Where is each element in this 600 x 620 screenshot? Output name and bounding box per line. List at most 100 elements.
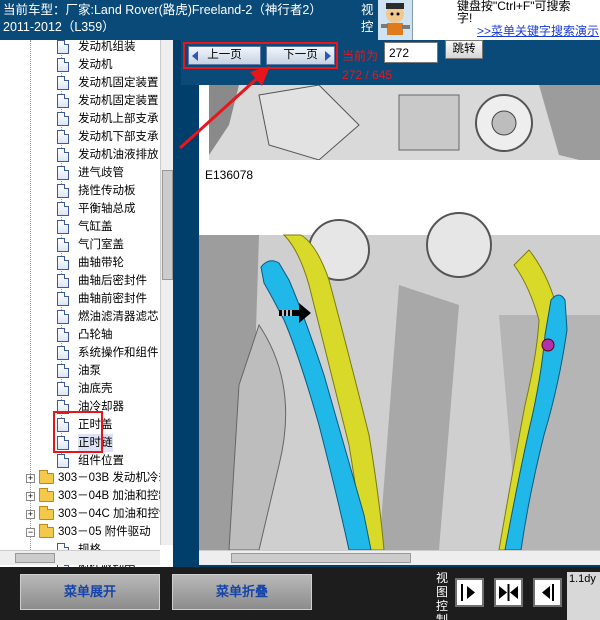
search-demo-link[interactable]: >>菜单关键字搜索演示 xyxy=(477,24,599,38)
panel-left-icon xyxy=(542,584,554,601)
search-tip-box: 键盘按"Ctrl+F"可搜索 字! >>菜单关键字搜索演示 xyxy=(412,0,600,40)
tree-item-label: 系统操作和组件 xyxy=(78,347,159,359)
tree-item[interactable]: 发动机下部支承 xyxy=(57,128,159,146)
tree-item[interactable]: 气门室盖 xyxy=(57,236,124,254)
document-icon xyxy=(57,310,69,324)
tree-item-label: 油底壳 xyxy=(78,383,113,395)
tree-item-label: 燃油滤清器滤芯 xyxy=(78,311,159,323)
document-icon xyxy=(57,364,69,378)
tree-item-label: 发动机固定装置 xyxy=(78,95,159,107)
tree-folder-label: 303－04C 加油和控制 xyxy=(58,508,171,520)
scroll-thumb[interactable] xyxy=(162,170,173,280)
document-icon xyxy=(57,40,69,54)
tree-item[interactable]: 油底壳 xyxy=(57,380,113,398)
tree-item[interactable]: 进气歧管 xyxy=(57,164,124,182)
tree-item[interactable]: 凸轮轴 xyxy=(57,326,113,344)
tree-item[interactable]: 燃油滤清器滤芯 xyxy=(57,308,159,326)
document-icon xyxy=(57,58,69,72)
tree-item[interactable]: 发动机油液排放 xyxy=(57,146,159,164)
tree-folder-label: 303－05 附件驱动 xyxy=(58,526,151,538)
tree-item-label: 曲轴前密封件 xyxy=(78,293,147,305)
header-bar: 当前车型：厂家:Land Rover(路虎)Freeland-2（神行者2） 2… xyxy=(0,0,600,40)
tree-item-label: 挠性传动板 xyxy=(78,185,136,197)
menu-expand-button[interactable]: 菜单展开 xyxy=(20,574,160,610)
expand-toggle[interactable]: + xyxy=(26,474,35,483)
vehicle-model-line: 当前车型：厂家:Land Rover(路虎)Freeland-2（神行者2） xyxy=(3,3,322,17)
tree-item[interactable]: 组件位置 xyxy=(57,452,124,470)
scroll-thumb[interactable] xyxy=(15,553,55,563)
repair-diagram: E136078 xyxy=(199,85,600,550)
tree-item-label: 曲轴带轮 xyxy=(78,257,124,269)
document-icon xyxy=(57,346,69,360)
document-icon xyxy=(57,274,69,288)
page-number-input[interactable] xyxy=(384,42,438,63)
engine-diagram-image xyxy=(199,85,600,550)
tree-horizontal-scrollbar[interactable] xyxy=(0,550,160,565)
tree-folder[interactable]: 303－04B 加油和控制 xyxy=(39,487,170,505)
current-page-label: 当前为 xyxy=(342,49,379,63)
menu-collapse-button[interactable]: 菜单折叠 xyxy=(172,574,312,610)
tree-folder-label: 303－03B 发动机冷却 xyxy=(58,472,170,484)
tree-item-label: 曲轴后密封件 xyxy=(78,275,147,287)
tree-item[interactable]: 系统操作和组件 xyxy=(57,344,159,362)
tree-folder[interactable]: 303－03B 发动机冷却 xyxy=(39,469,170,487)
tree-item-label: 凸轮轴 xyxy=(78,329,113,341)
tree-item[interactable]: 曲轴带轮 xyxy=(57,254,124,272)
expand-toggle[interactable]: + xyxy=(26,510,35,519)
tree-item[interactable]: 曲轴后密封件 xyxy=(57,272,147,290)
document-icon xyxy=(57,256,69,270)
document-icon xyxy=(57,130,69,144)
scroll-thumb[interactable] xyxy=(231,553,411,563)
page-count: 272 / 645 xyxy=(342,68,393,82)
view-control-label-top: 视控 xyxy=(361,3,374,34)
menu-tree: 发动机组装 发动机 发动机固定装置 发动机固定装置 发动机上部支承 发动机下部支… xyxy=(0,40,173,567)
tree-item[interactable]: 发动机固定装置 xyxy=(57,74,159,92)
document-icon xyxy=(57,238,69,252)
document-icon xyxy=(57,220,69,234)
collapse-toggle[interactable]: − xyxy=(26,528,35,537)
tree-item-label: 发动机下部支承 xyxy=(78,131,159,143)
search-tip-text: 键盘按"Ctrl+F"可搜索 xyxy=(457,0,571,13)
document-icon xyxy=(57,112,69,126)
tree-item[interactable]: 曲轴前密封件 xyxy=(57,290,147,308)
tree-item[interactable]: 发动机固定装置 xyxy=(57,92,159,110)
tree-item[interactable]: 发动机上部支承 xyxy=(57,110,159,128)
mascot-icon xyxy=(378,0,412,40)
highlight-box-nav xyxy=(183,42,338,69)
folder-icon xyxy=(39,469,54,484)
tree-item-label: 发动机组装 xyxy=(78,41,136,53)
view-panel-left-button[interactable] xyxy=(533,578,562,607)
search-tip-text-2: 字! xyxy=(457,11,473,25)
folder-icon xyxy=(39,487,54,502)
vehicle-year-line: 2011-2012（L359） xyxy=(3,20,115,34)
current-vehicle-info: 当前车型：厂家:Land Rover(路虎)Freeland-2（神行者2） 2… xyxy=(3,2,322,36)
document-icon xyxy=(57,166,69,180)
tree-item[interactable]: 油泵 xyxy=(57,362,101,380)
app-window: 当前车型：厂家:Land Rover(路虎)Freeland-2（神行者2） 2… xyxy=(0,0,600,620)
document-icon xyxy=(57,148,69,162)
folder-icon xyxy=(39,505,54,520)
document-icon xyxy=(57,454,69,468)
view-panel-split-button[interactable] xyxy=(494,578,523,607)
tree-item[interactable]: 挠性传动板 xyxy=(57,182,136,200)
tree-item[interactable]: 发动机 xyxy=(57,56,113,74)
view-panel-right-button[interactable] xyxy=(455,578,484,607)
tree-vertical-scrollbar[interactable] xyxy=(160,40,173,545)
view-control-label: 视图控制 xyxy=(436,571,449,620)
tree-folder[interactable]: 303－04C 加油和控制 xyxy=(39,505,170,523)
jump-button[interactable]: 跳转 xyxy=(445,40,483,59)
diagram-horizontal-scrollbar[interactable] xyxy=(199,550,600,565)
folder-icon xyxy=(39,523,54,538)
tree-item-label: 发动机固定装置 xyxy=(78,77,159,89)
tree-item-label: 气门室盖 xyxy=(78,239,124,251)
panel-right-icon xyxy=(461,584,475,601)
tree-item[interactable]: 平衡轴总成 xyxy=(57,200,136,218)
tree-item-label: 发动机上部支承 xyxy=(78,113,159,125)
version-box: 1.1dy xyxy=(567,572,600,620)
tree-folder-open[interactable]: 303－05 附件驱动 xyxy=(39,523,151,541)
document-icon xyxy=(57,76,69,90)
tree-item[interactable]: 发动机组装 xyxy=(57,40,136,56)
expand-toggle[interactable]: + xyxy=(26,492,35,501)
diagram-code: E136078 xyxy=(205,168,254,182)
tree-item[interactable]: 气缸盖 xyxy=(57,218,113,236)
